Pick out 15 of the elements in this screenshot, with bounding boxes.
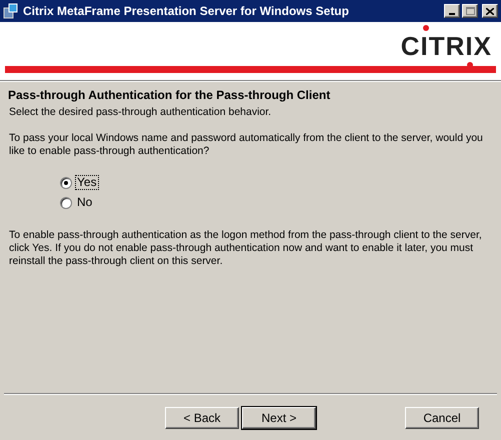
cancel-button[interactable]: Cancel xyxy=(405,406,479,428)
close-icon xyxy=(486,8,494,14)
next-button[interactable]: Next > xyxy=(242,406,316,428)
maximize-button[interactable] xyxy=(462,4,478,18)
page-subheading: Select the desired pass-through authentication behavior. xyxy=(8,106,272,119)
radio-option[interactable]: No xyxy=(60,196,493,209)
back-button[interactable]: < Back xyxy=(165,406,239,428)
note-text: To enable pass-through authentication as the logon method from the pass-through client to the server, click Yes. If you do not enable pass-through authentication now and want to enable it later, you must reinstall the pass-through client on this server. xyxy=(8,229,483,268)
setup-icon xyxy=(3,3,19,19)
question-text: To pass your local Windows name and password automatically from the client to the server, would you like to enable pass-through authentication? xyxy=(8,132,484,158)
close-button[interactable] xyxy=(482,4,498,18)
page-heading: Pass-through Authentication for the Pass-through Client xyxy=(8,89,332,102)
radio-option[interactable]: Yes xyxy=(60,176,493,189)
minimize-button[interactable] xyxy=(444,4,460,18)
window-title: Citrix MetaFrame Presentation Server for Windows Setup xyxy=(23,3,350,20)
